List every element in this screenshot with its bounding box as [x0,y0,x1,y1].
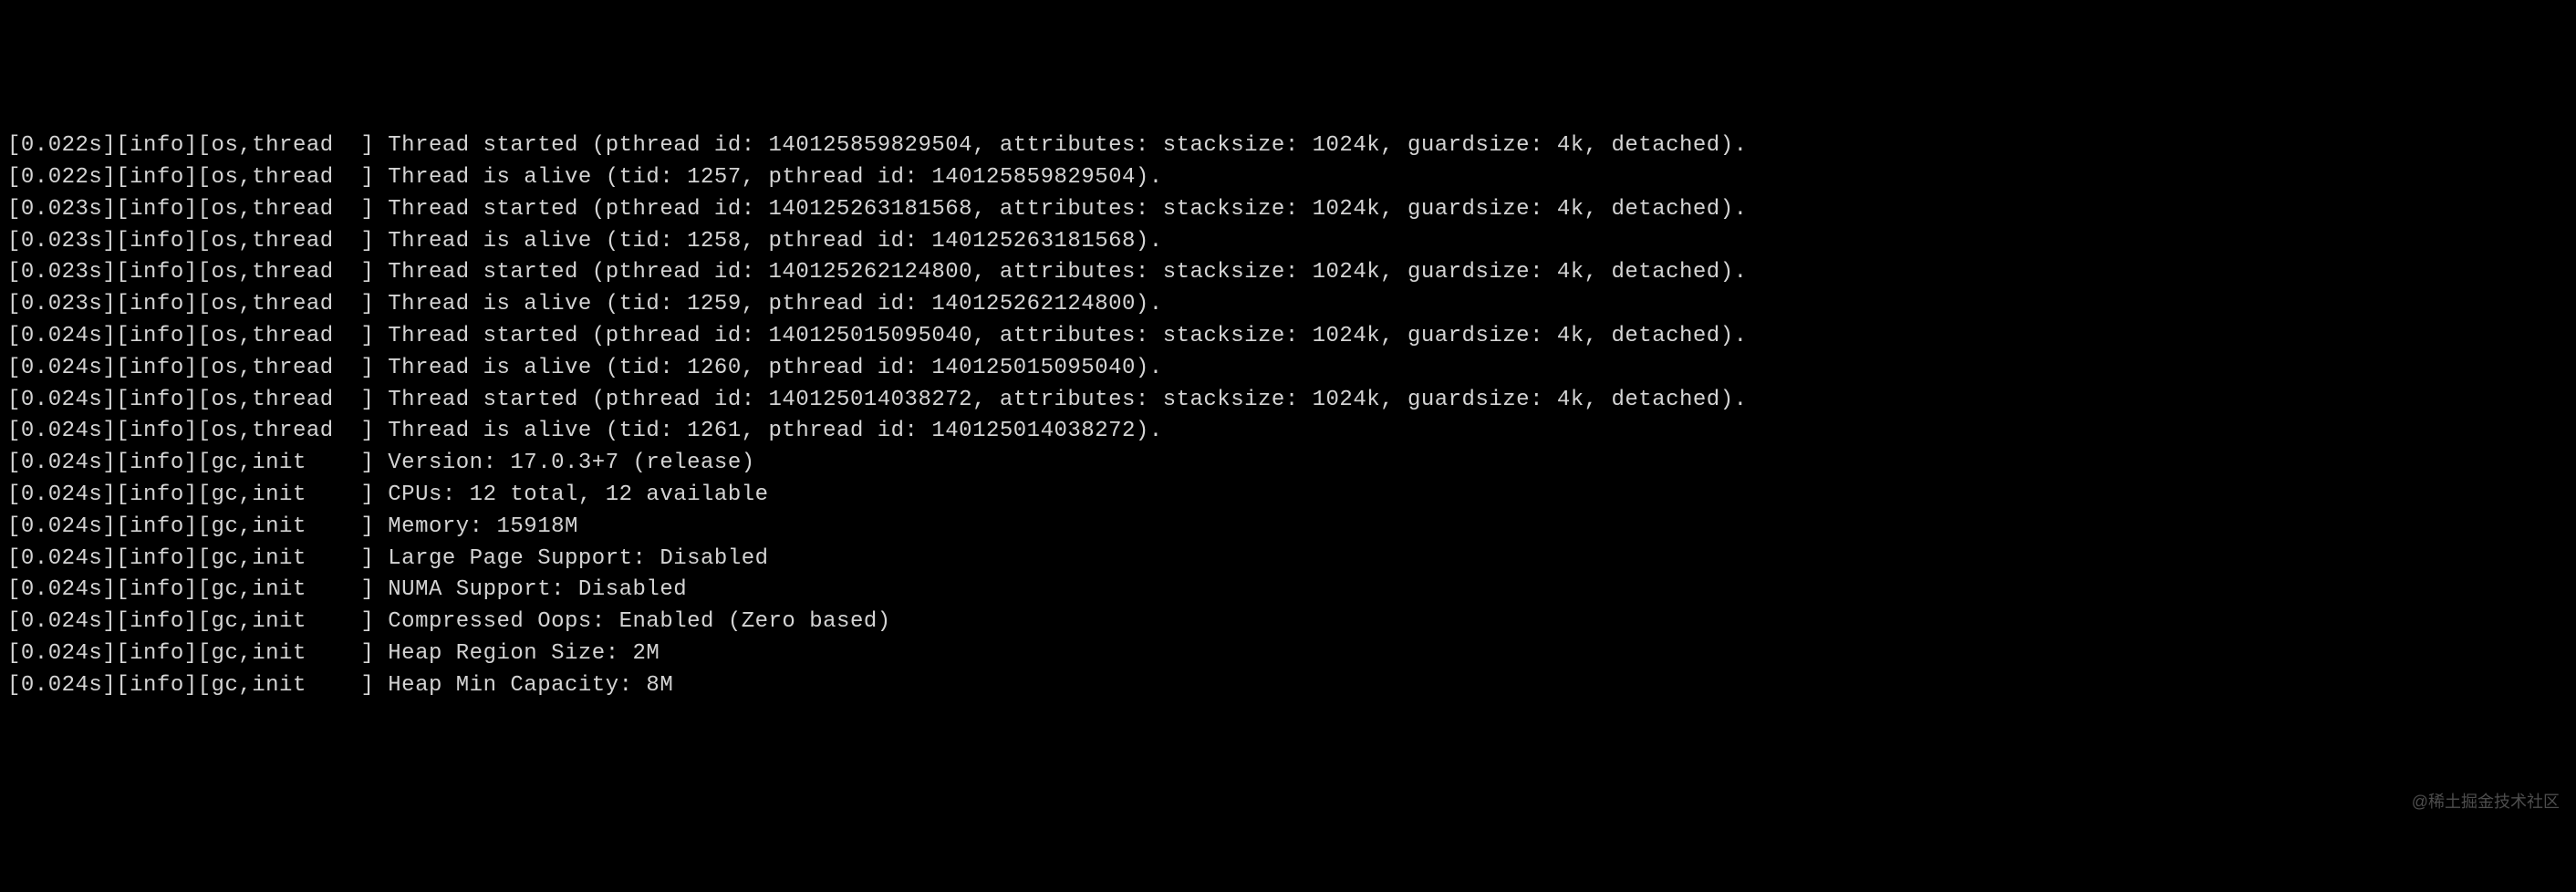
log-line: [0.023s][info][os,thread ] Thread is ali… [7,226,2569,258]
log-line: [0.023s][info][os,thread ] Thread is ali… [7,289,2569,321]
terminal-log-output: [0.022s][info][os,thread ] Thread starte… [7,130,2569,701]
log-line: [0.024s][info][gc,init ] Large Page Supp… [7,544,2569,576]
watermark-text: @稀土掘金技术社区 [2412,790,2560,814]
log-line: [0.024s][info][gc,init ] Heap Min Capaci… [7,670,2569,702]
log-line: [0.024s][info][gc,init ] Memory: 15918M [7,512,2569,544]
log-line: [0.023s][info][os,thread ] Thread starte… [7,257,2569,289]
log-line: [0.024s][info][os,thread ] Thread starte… [7,321,2569,353]
log-line: [0.024s][info][gc,init ] Compressed Oops… [7,607,2569,638]
log-line: [0.024s][info][gc,init ] Heap Region Siz… [7,638,2569,670]
log-line: [0.024s][info][gc,init ] Version: 17.0.3… [7,448,2569,480]
log-line: [0.022s][info][os,thread ] Thread is ali… [7,162,2569,194]
log-line: [0.024s][info][gc,init ] CPUs: 12 total,… [7,480,2569,512]
log-line: [0.024s][info][gc,init ] NUMA Support: D… [7,575,2569,607]
log-line: [0.024s][info][os,thread ] Thread is ali… [7,353,2569,385]
log-line: [0.024s][info][os,thread ] Thread is ali… [7,416,2569,448]
log-line: [0.024s][info][os,thread ] Thread starte… [7,385,2569,417]
log-line: [0.022s][info][os,thread ] Thread starte… [7,130,2569,162]
log-line: [0.023s][info][os,thread ] Thread starte… [7,194,2569,226]
